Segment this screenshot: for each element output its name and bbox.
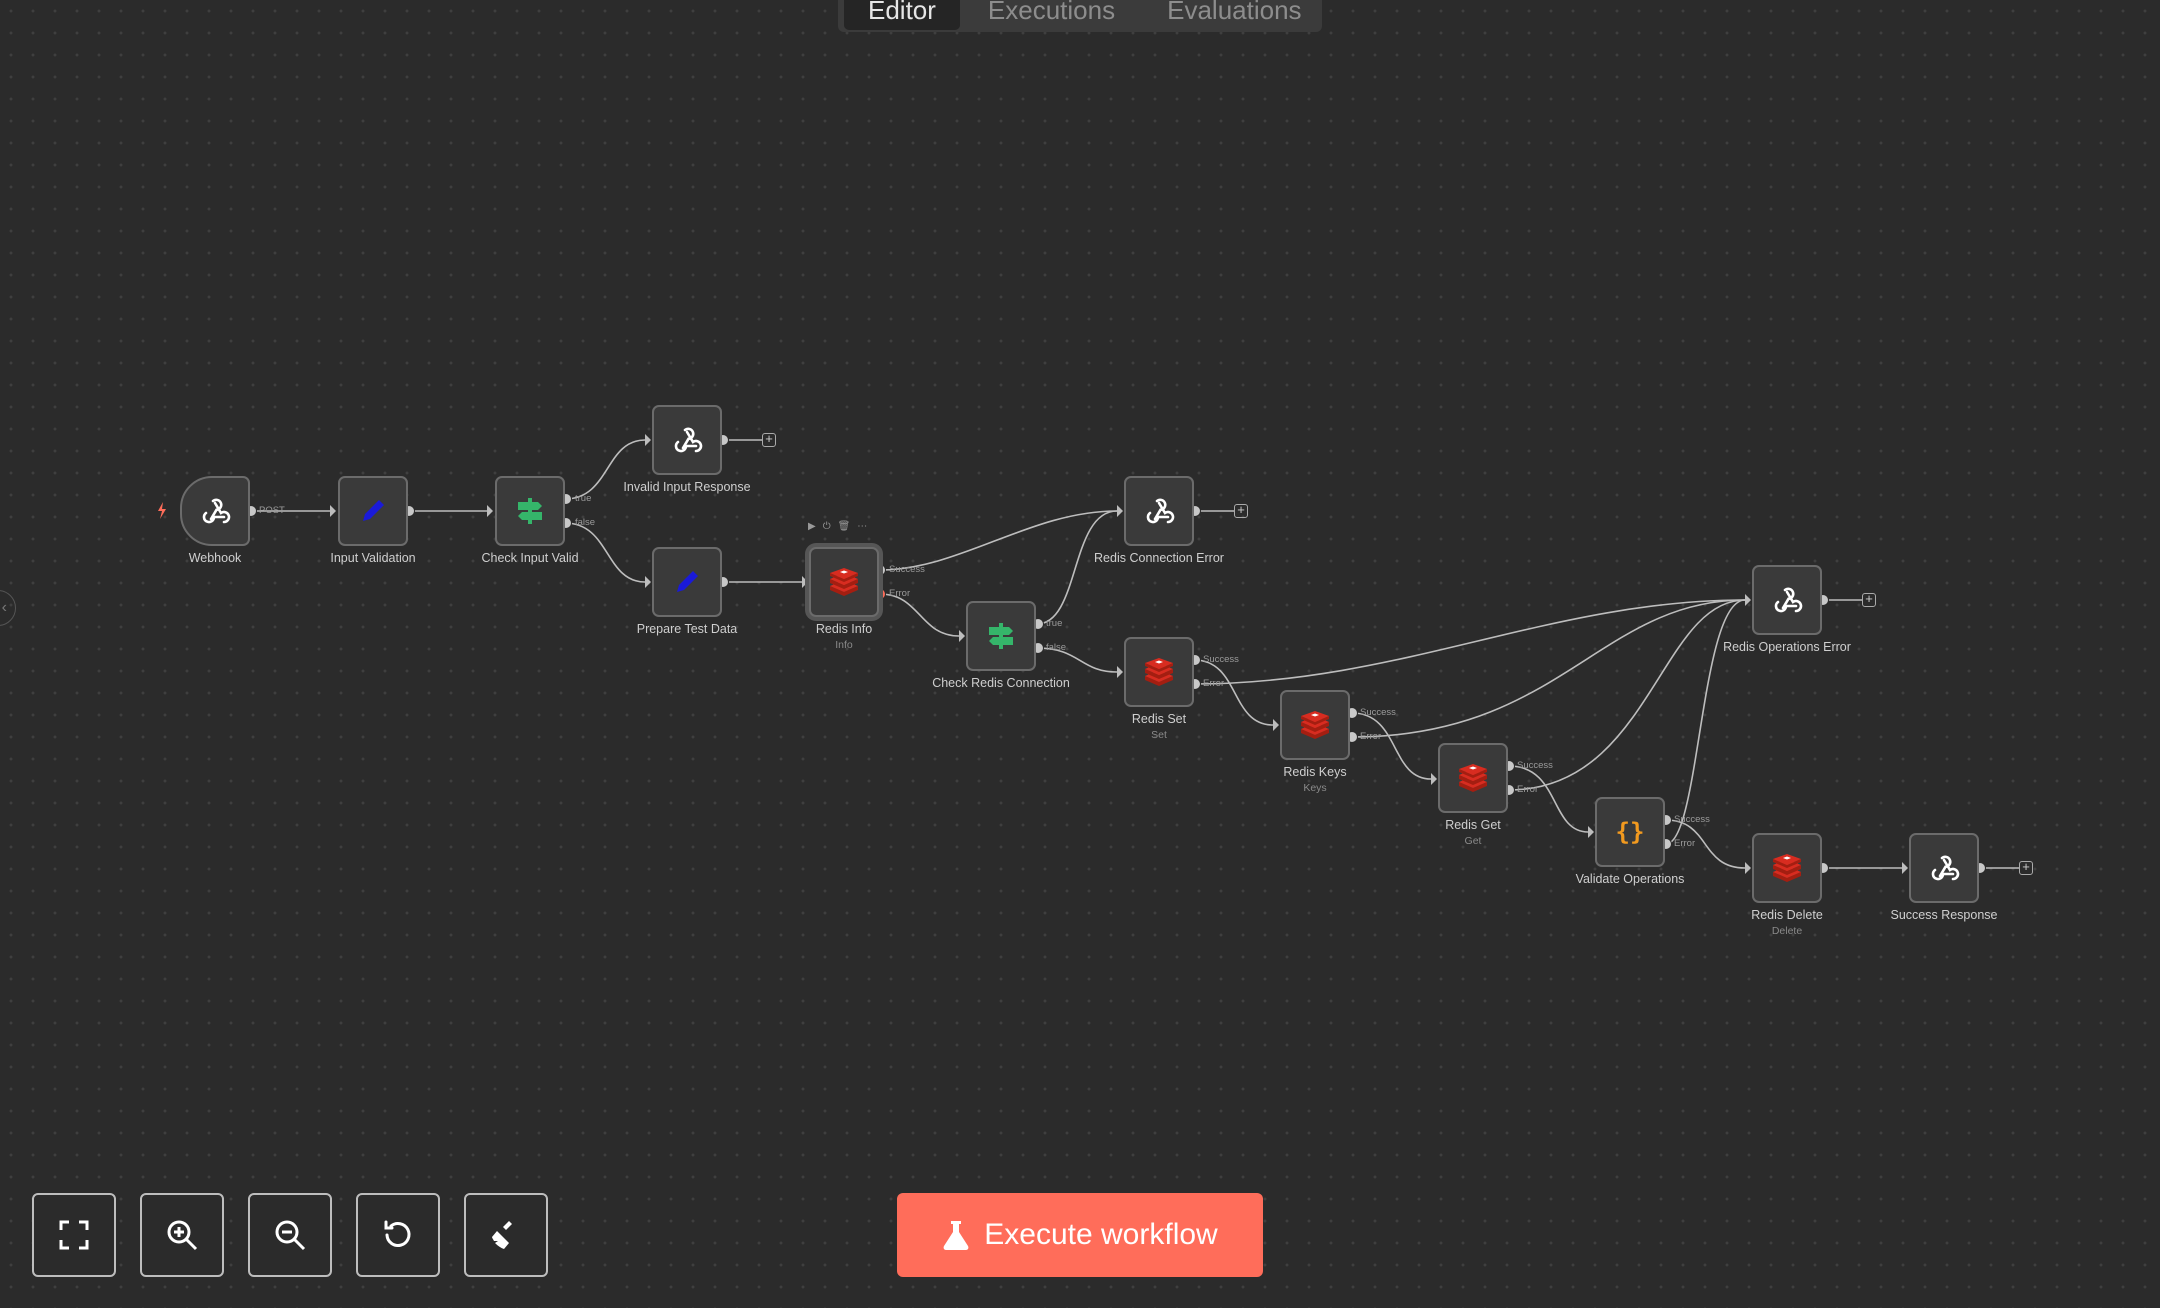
node-label: Success Response [1890,908,1998,922]
add-node-button[interactable]: + [1862,592,1876,607]
connections-layer [158,434,2019,874]
port-label-error: Error [1517,784,1539,795]
redis-icon [830,568,858,596]
webhook-icon [1931,855,1960,881]
node-label: Invalid Input Response [623,480,751,494]
node-redis-operations-error[interactable] [1752,565,1822,635]
node-check-input-valid[interactable] [495,476,565,546]
zoom-in-button[interactable] [140,1193,224,1277]
port-label-error: Error [1674,838,1696,849]
port-label-post: POST [259,505,285,516]
port-label-success: Success [1517,760,1553,771]
execute-workflow-button[interactable]: Execute workflow [897,1193,1263,1277]
node-label: Redis Connection Error [1094,551,1224,565]
node-label: Redis Set [1131,712,1187,726]
node-invalid-input-response[interactable] [652,405,722,475]
node-label: Check Redis Connection [932,676,1070,690]
zoom-out-icon [275,1220,306,1251]
port-label-false: false [575,517,596,528]
trigger-bolt-icon [158,502,166,519]
webhook-icon [202,498,231,524]
node-subtitle: Info [835,639,853,651]
node-redis-info[interactable] [809,547,879,617]
fit-view-icon [59,1220,89,1250]
node-subtitle: Set [1151,729,1167,741]
code-braces-icon: {} [1616,818,1645,846]
port-label-true: true [1046,618,1063,629]
node-label: Check Input Valid [481,551,579,565]
edge-keys-error-ops-error [1351,599,1746,738]
pencil-icon [363,500,384,521]
port-label-error: Error [889,588,911,599]
port-label-error: Error [1360,731,1382,742]
node-redis-get[interactable] [1438,743,1508,813]
zoom-out-button[interactable] [248,1193,332,1277]
node-redis-connection-error[interactable] [1124,476,1194,546]
webhook-icon [674,427,703,453]
edge-checkconn-true-conn-error [1036,510,1118,625]
tidy-up-icon [492,1221,512,1249]
port-label-success: Success [1360,707,1396,718]
tab-editor[interactable]: Editor [844,0,960,30]
tab-executions[interactable]: Executions [964,0,1139,30]
webhook-icon [1774,587,1803,613]
node-label: Redis Operations Error [1723,640,1851,654]
node-label: Redis Keys [1283,765,1347,779]
input-arrows [330,434,1908,874]
execute-workflow-label: Execute workflow [984,1218,1218,1251]
tab-evaluations[interactable]: Evaluations [1143,0,1325,30]
redis-icon [1145,658,1173,686]
tidy-up-button[interactable] [464,1193,548,1277]
zoom-in-icon [167,1220,198,1251]
node-prepare-test-data[interactable] [652,547,722,617]
port-label-success: Success [889,564,925,575]
node-check-redis-connection[interactable] [966,601,1036,671]
webhook-icon [1146,498,1175,524]
node-label: Redis Info [815,622,873,636]
collapse-sidebar-handle[interactable]: ‹ [0,590,16,626]
node-success-response[interactable] [1909,833,1979,903]
add-node-button[interactable]: + [2019,860,2033,875]
port-label-true: true [575,493,592,504]
port-label-success: Success [1674,814,1710,825]
edge-validate-error-ops-error [1665,599,1746,845]
node-webhook[interactable] [180,476,250,546]
edge-set-error-ops-error [1193,599,1746,685]
svg-text:{}: {} [1616,818,1645,846]
node-redis-delete[interactable] [1752,833,1822,903]
reset-zoom-button[interactable] [356,1193,440,1277]
node-redis-keys[interactable] [1280,690,1350,760]
redis-icon [1459,764,1487,792]
node-validate-operations[interactable]: {} [1595,797,1665,867]
port-label-false: false [1046,642,1067,653]
redis-icon [1773,854,1801,882]
if-signpost-icon [518,498,542,524]
add-node-button[interactable]: + [762,432,776,447]
node-action-toolbar[interactable]: ▶⏻🗑⋯ [808,521,874,532]
node-subtitle: Get [1464,835,1482,847]
reset-zoom-icon [384,1220,411,1247]
node-subtitle: Keys [1303,782,1327,794]
pencil-icon [677,571,698,592]
node-input-validation[interactable] [338,476,408,546]
add-node-button[interactable]: + [1234,503,1248,518]
port-label-success: Success [1203,654,1239,665]
node-label: Validate Operations [1575,872,1685,886]
flask-icon [943,1221,969,1250]
redis-icon [1301,711,1329,739]
node-subtitle: Delete [1771,925,1803,937]
view-tabs: Editor Executions Evaluations [838,0,1322,32]
node-redis-set[interactable] [1124,637,1194,707]
if-signpost-icon [989,623,1013,649]
node-label: Redis Get [1445,818,1501,832]
fit-view-button[interactable] [32,1193,116,1277]
port-label-error: Error [1203,678,1225,689]
